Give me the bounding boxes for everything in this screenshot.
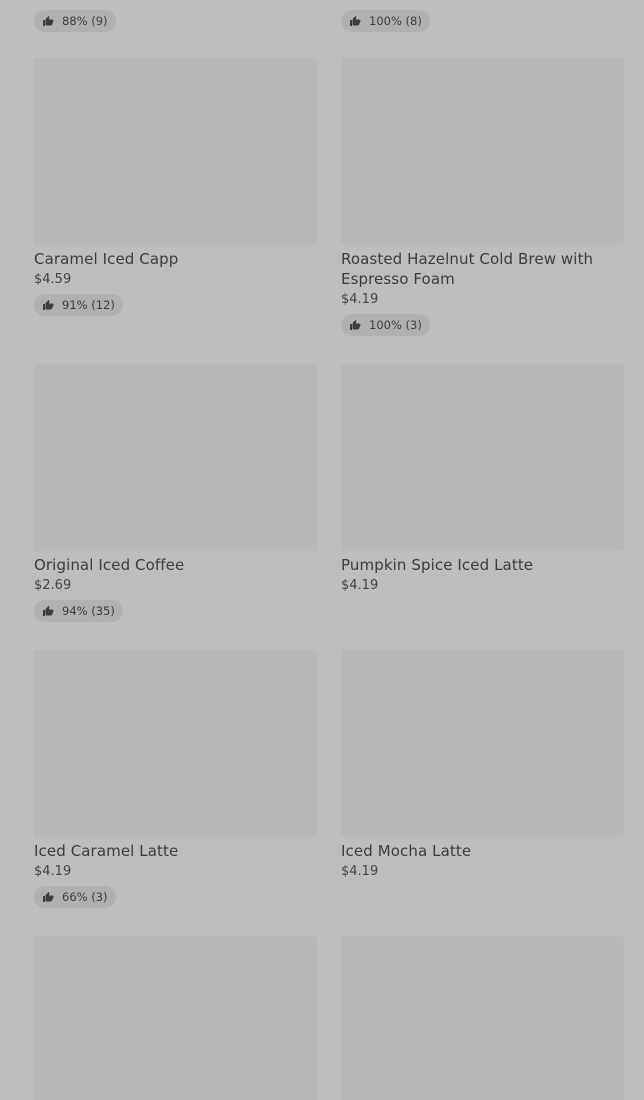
menu-item-image[interactable] [34, 650, 317, 837]
menu-item-name: Iced Caramel Latte [34, 842, 179, 860]
rating-text: 94% (35) [62, 604, 115, 618]
thumbs-up-icon [349, 319, 361, 331]
menu-item-price: $4.19 [341, 864, 379, 879]
menu-item-card[interactable]: Pumpkin Spice Iced Latte $4.19 [341, 364, 624, 594]
rating-badge: 91% (12) [34, 294, 123, 316]
menu-item-card[interactable]: Caramel Iced Capp $4.59 91% (12) [34, 58, 317, 316]
menu-item-name: Roasted Hazelnut Cold Brew with Espresso… [341, 250, 594, 288]
menu-item-name: Iced Mocha Latte [341, 842, 472, 860]
rating-badge: 88% (9) [34, 10, 116, 32]
rating-text: 100% (8) [369, 14, 422, 28]
menu-item-grid: 88% (9) 100% (8) Caramel Iced Capp $4.59… [0, 0, 644, 1100]
menu-item-price: $2.69 [34, 578, 72, 593]
menu-item-image[interactable] [34, 58, 317, 245]
menu-item-price: $4.19 [341, 292, 379, 307]
menu-item-name: Original Iced Coffee [34, 556, 185, 574]
menu-item-image[interactable] [341, 58, 624, 245]
menu-item-name: Pumpkin Spice Iced Latte [341, 556, 534, 574]
thumbs-up-icon [42, 15, 54, 27]
rating-text: 91% (12) [62, 298, 115, 312]
menu-item-image[interactable] [34, 936, 317, 1100]
rating-text: 100% (3) [369, 318, 422, 332]
menu-item-image[interactable] [341, 364, 624, 551]
thumbs-up-icon [42, 605, 54, 617]
menu-item-name: Caramel Iced Capp [34, 250, 179, 268]
thumbs-up-icon [42, 891, 54, 903]
rating-badge: 100% (8) [341, 10, 430, 32]
menu-item-image[interactable] [341, 650, 624, 837]
menu-item-image[interactable] [34, 364, 317, 551]
thumbs-up-icon [42, 299, 54, 311]
rating-badge: 94% (35) [34, 600, 123, 622]
menu-item-card[interactable] [34, 936, 317, 1100]
menu-item-card[interactable]: Iced Caramel Latte $4.19 66% (3) [34, 650, 317, 908]
rating-text: 66% (3) [62, 890, 108, 904]
menu-item-image[interactable] [341, 936, 624, 1100]
rating-badge: 100% (3) [341, 314, 430, 336]
menu-item-card[interactable]: Roasted Hazelnut Cold Brew with Espresso… [341, 58, 624, 336]
rating-text: 88% (9) [62, 14, 108, 28]
menu-item-price: $4.19 [341, 578, 379, 593]
menu-item-card[interactable] [341, 936, 624, 1100]
menu-item-card[interactable]: Original Iced Coffee $2.69 94% (35) [34, 364, 317, 622]
thumbs-up-icon [349, 15, 361, 27]
rating-badge: 66% (3) [34, 886, 116, 908]
menu-item-price: $4.19 [34, 864, 72, 879]
menu-item-card[interactable]: Iced Mocha Latte $4.19 [341, 650, 624, 880]
menu-item-price: $4.59 [34, 272, 72, 287]
